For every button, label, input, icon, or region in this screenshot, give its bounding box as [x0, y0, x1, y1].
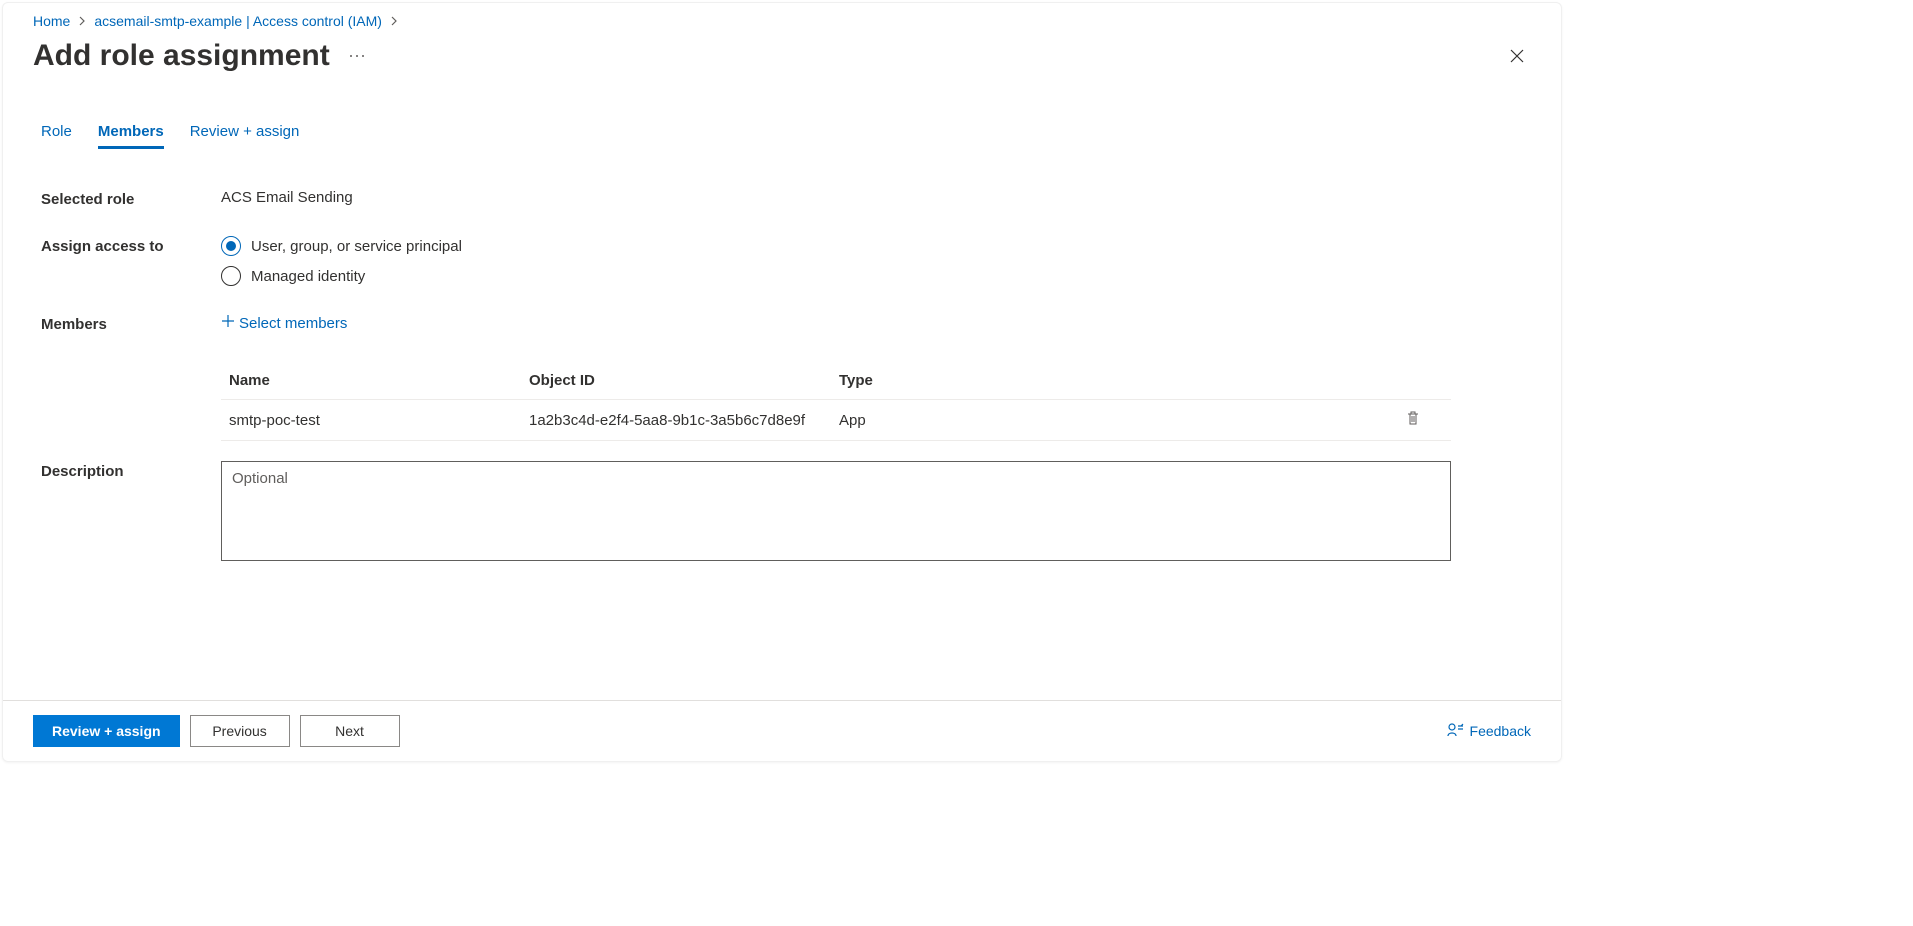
table-row: smtp-poc-test 1a2b3c4d-e2f4-5aa8-9b1c-3a… — [221, 400, 1451, 441]
tab-members[interactable]: Members — [98, 123, 164, 149]
breadcrumb-home[interactable]: Home — [33, 13, 70, 29]
selected-role-label: Selected role — [41, 189, 221, 208]
tab-review-assign[interactable]: Review + assign — [190, 123, 300, 149]
assign-access-to-label: Assign access to — [41, 236, 221, 255]
trash-icon — [1405, 410, 1421, 430]
next-button[interactable]: Next — [300, 715, 400, 747]
radio-icon — [221, 236, 241, 256]
feedback-link[interactable]: Feedback — [1446, 721, 1531, 742]
col-type: Type — [839, 372, 1139, 389]
description-input[interactable] — [221, 461, 1451, 561]
tab-role[interactable]: Role — [41, 123, 72, 149]
radio-label: User, group, or service principal — [251, 238, 462, 255]
members-table: Name Object ID Type smtp-poc-test 1a2b3c… — [221, 362, 1451, 441]
chevron-right-icon — [76, 15, 88, 27]
col-object-id: Object ID — [529, 372, 839, 389]
radio-managed-identity[interactable]: Managed identity — [221, 266, 1561, 286]
breadcrumb-iam[interactable]: acsemail-smtp-example | Access control (… — [94, 13, 382, 29]
more-button[interactable] — [348, 51, 366, 61]
breadcrumb: Home acsemail-smtp-example | Access cont… — [33, 3, 1561, 29]
radio-label: Managed identity — [251, 268, 365, 285]
close-button[interactable] — [1503, 42, 1531, 70]
cell-name: smtp-poc-test — [229, 412, 529, 429]
members-label: Members — [41, 314, 221, 333]
selected-role-value: ACS Email Sending — [221, 189, 1561, 206]
plus-icon — [221, 314, 235, 332]
previous-button[interactable]: Previous — [190, 715, 290, 747]
page-title: Add role assignment — [33, 39, 366, 73]
col-name: Name — [229, 372, 529, 389]
tabs: Role Members Review + assign — [41, 123, 1561, 149]
radio-user-group-sp[interactable]: User, group, or service principal — [221, 236, 1561, 256]
radio-icon — [221, 266, 241, 286]
feedback-icon — [1446, 721, 1464, 742]
chevron-right-icon — [388, 15, 400, 27]
cell-type: App — [839, 412, 1139, 429]
description-label: Description — [41, 461, 221, 480]
delete-row-button[interactable] — [1383, 410, 1443, 430]
review-assign-button[interactable]: Review + assign — [33, 715, 180, 747]
select-members-link[interactable]: Select members — [221, 314, 347, 332]
cell-object-id: 1a2b3c4d-e2f4-5aa8-9b1c-3a5b6c7d8e9f — [529, 412, 839, 429]
